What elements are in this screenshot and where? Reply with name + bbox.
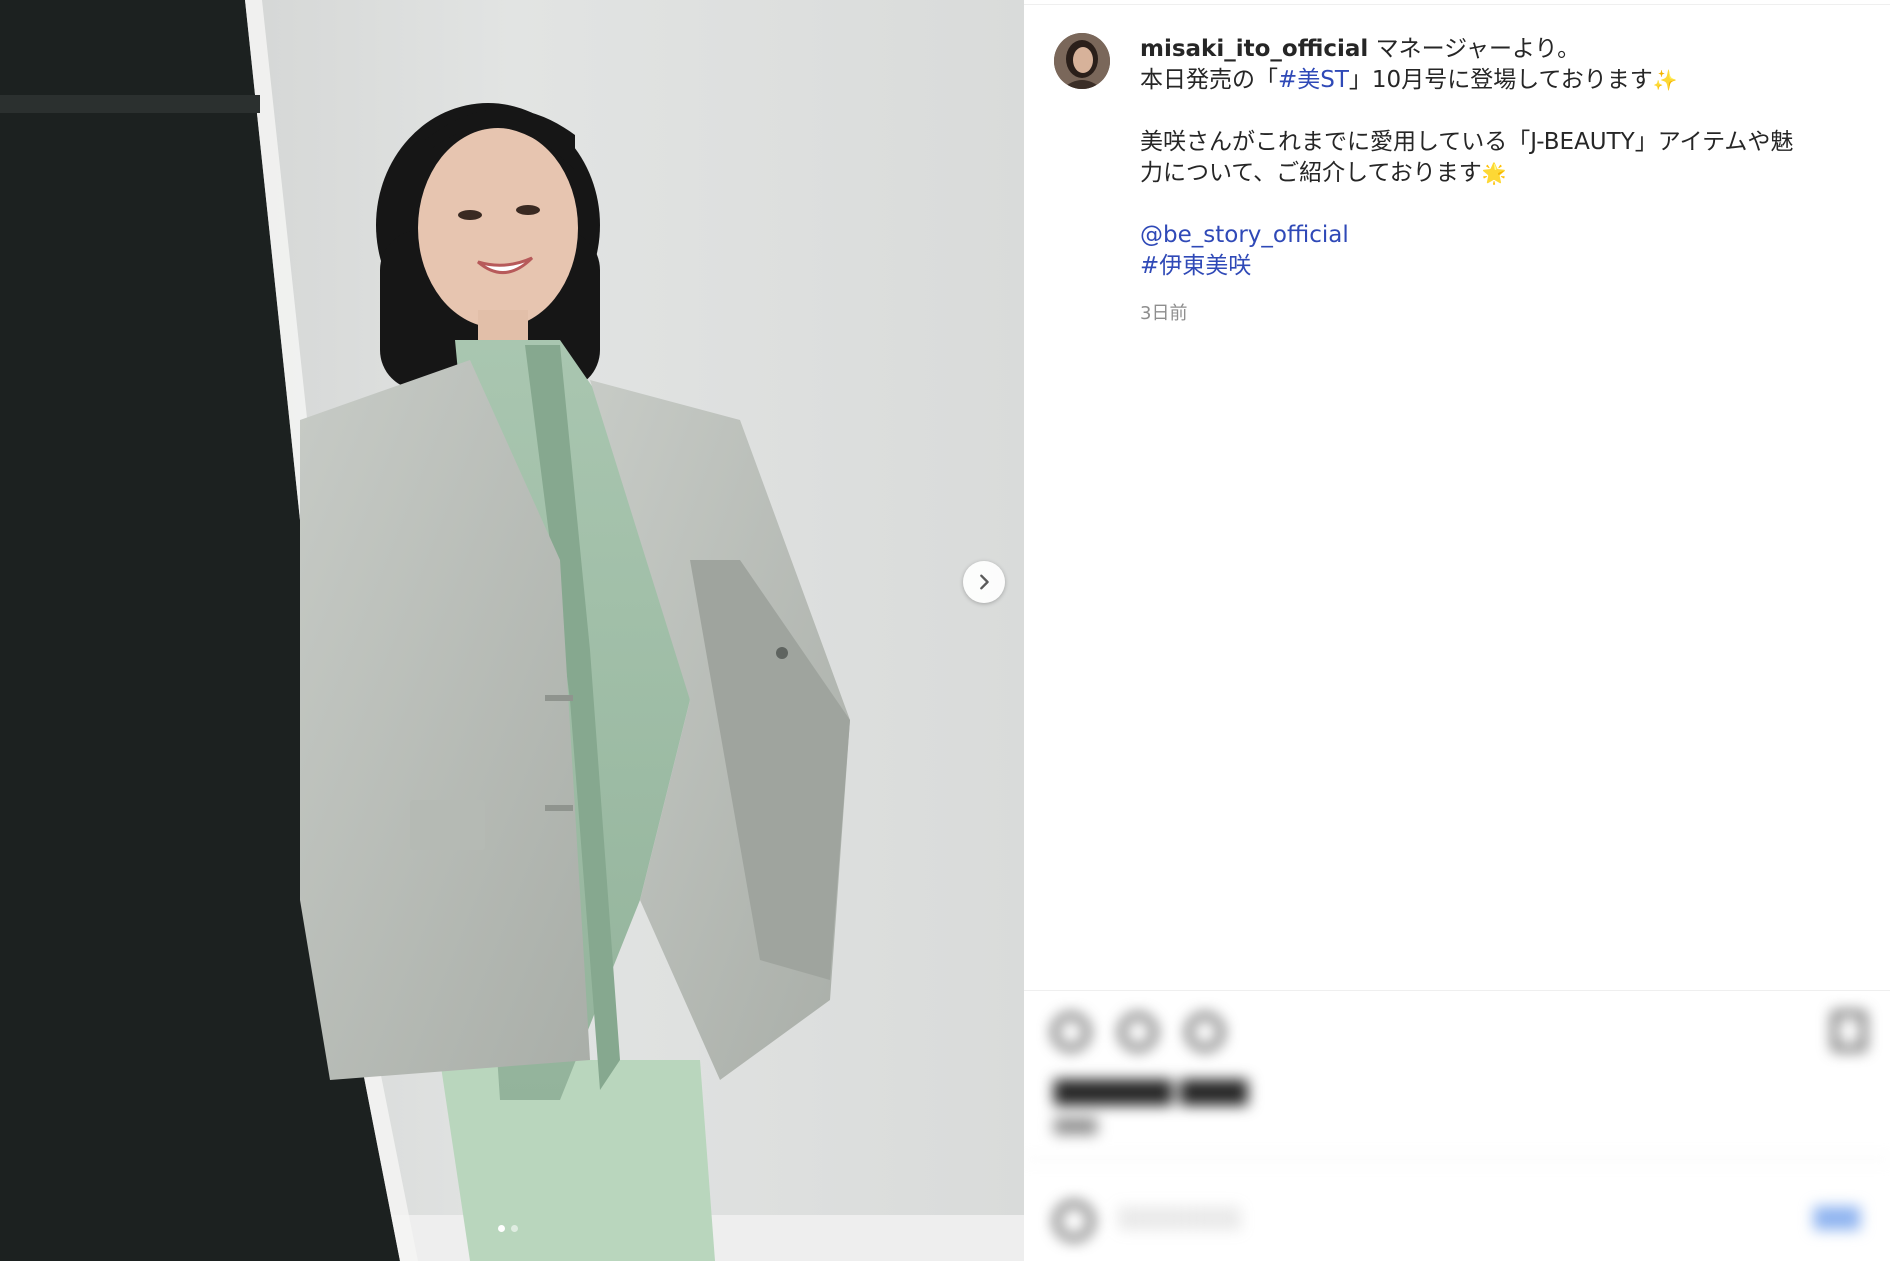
caption-text: 力について、ご紹介しております <box>1140 160 1482 186</box>
emoji-icon[interactable] <box>1054 1201 1094 1241</box>
caption-line-2: 本日発売の「#美ST」10月号に登場しております✨ <box>1140 65 1860 96</box>
caption-line-5: @be_story_official <box>1140 220 1860 251</box>
caption-line-3: 美咲さんがこれまでに愛用している「J-BEAUTY」アイテムや魅 <box>1140 129 1794 155</box>
footer-blurred-content: ███████ ████ ████ ░░░░░░░░ ███ <box>1024 991 1890 1261</box>
hashtag-link-bist[interactable]: #美ST <box>1278 67 1349 93</box>
avatar-image <box>1054 33 1110 89</box>
carousel-dot <box>511 1225 518 1232</box>
divider <box>1024 1159 1890 1160</box>
caption-text: 本日発売の「 <box>1140 67 1278 93</box>
likes-count[interactable]: ███████ ████ <box>1054 1081 1248 1106</box>
post-footer: ███████ ████ ████ ░░░░░░░░ ███ <box>1024 990 1890 1261</box>
post-media[interactable] <box>0 0 1024 1261</box>
carousel-indicator <box>498 1225 518 1232</box>
username-link[interactable]: misaki_ito_official <box>1140 36 1368 62</box>
post-photo <box>0 0 1024 1261</box>
share-icon[interactable] <box>1186 1013 1224 1051</box>
sparkles-icon: ✨ <box>1652 68 1678 92</box>
post-timestamp[interactable]: 3日前 <box>1140 299 1187 325</box>
post-sidebar: misaki_ito_official マネージャーより。 本日発売の「#美ST… <box>1024 0 1890 1261</box>
divider <box>1024 4 1890 5</box>
caption-line-1: misaki_ito_official マネージャーより。 <box>1140 34 1860 65</box>
heart-icon[interactable] <box>1052 1013 1090 1051</box>
avatar[interactable] <box>1054 33 1110 89</box>
comment-icon[interactable] <box>1119 1013 1157 1051</box>
chevron-right-icon <box>980 574 989 590</box>
carousel-next-button[interactable] <box>963 561 1005 603</box>
hashtag-link-name[interactable]: #伊東美咲 <box>1140 253 1251 279</box>
comment-input[interactable]: ░░░░░░░░ <box>1119 1206 1242 1230</box>
bookmark-icon[interactable] <box>1832 1011 1866 1051</box>
post-caption: misaki_ito_official マネージャーより。 本日発売の「#美ST… <box>1140 34 1860 282</box>
carousel-dot-active <box>498 1225 505 1232</box>
caption-text: マネージャーより。 <box>1368 36 1581 62</box>
post-comment-button[interactable]: ███ <box>1814 1206 1860 1230</box>
caption-line-4: 力について、ご紹介しております🌟 <box>1140 158 1860 189</box>
caption-text: 」10月号に登場しております <box>1348 67 1653 93</box>
caption-line-6: #伊東美咲 <box>1140 251 1860 282</box>
glowing-star-icon: 🌟 <box>1481 161 1507 185</box>
mention-link[interactable]: @be_story_official <box>1140 222 1349 248</box>
post-date: ████ <box>1054 1119 1098 1135</box>
